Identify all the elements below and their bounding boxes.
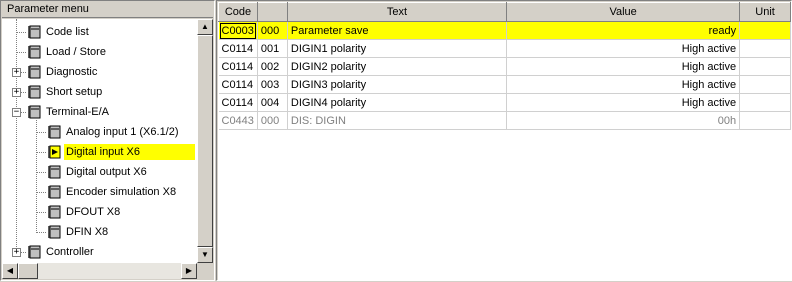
tree-item-terminal-ea[interactable]: Terminal-E/A [2, 102, 213, 122]
cell-unit[interactable] [739, 75, 791, 94]
table-row[interactable]: C0003 000 Parameter save ready [218, 21, 791, 40]
tree-horizontal-scrollbar[interactable]: ◀ ▶ [2, 263, 197, 279]
scrollbar-corner [197, 263, 213, 279]
cell-subcode[interactable]: 000 [257, 21, 288, 40]
cell-value[interactable]: High active [506, 39, 741, 58]
tree-item-controller[interactable]: Controller [2, 242, 213, 262]
tree-item-dfin-x8[interactable]: DFIN X8 [2, 222, 213, 242]
tree-item-digital-output-x6[interactable]: Digital output X6 [2, 162, 213, 182]
cell-subcode[interactable]: 002 [257, 57, 288, 76]
cell-value[interactable]: ready [506, 21, 741, 40]
cell-value[interactable]: High active [506, 57, 741, 76]
tree-item-label: Analog input 1 (X6.1/2) [66, 126, 179, 138]
parameter-book-icon [48, 165, 61, 179]
table-row[interactable]: C0114 004 DIGIN4 polarity High active [218, 93, 791, 112]
tree-item-label: Terminal-E/A [46, 106, 109, 118]
cell-value[interactable]: High active [506, 75, 741, 94]
cell-text[interactable]: DIGIN1 polarity [287, 39, 508, 58]
cell-subcode[interactable]: 003 [257, 75, 288, 94]
tree-item-label: Diagnostic [46, 66, 98, 78]
tree-item-label: DFIN X8 [66, 226, 109, 238]
parameter-book-icon [28, 65, 41, 79]
column-header-value[interactable]: Value [506, 2, 741, 22]
tree-item-encoder-simulation-x8[interactable]: Encoder simulation X8 [2, 182, 213, 202]
table-row[interactable]: C0443 000 DIS: DIGIN 00h [218, 111, 791, 130]
cell-unit[interactable] [739, 39, 791, 58]
cell-unit[interactable] [739, 93, 791, 112]
cell-unit[interactable] [739, 21, 791, 40]
scroll-down-button[interactable]: ▼ [197, 247, 213, 263]
parameter-menu-panel: Parameter menu + + − + Code list Load / … [0, 0, 215, 281]
parameter-book-icon [48, 225, 61, 239]
table-row[interactable]: C0114 002 DIGIN2 polarity High active [218, 57, 791, 76]
tree-item-label: Encoder simulation X8 [66, 186, 177, 198]
parameter-book-icon [28, 245, 41, 259]
scroll-thumb[interactable] [197, 35, 213, 247]
tree-item-analog-input-1[interactable]: Analog input 1 (X6.1/2) [2, 122, 213, 142]
scroll-left-button[interactable]: ◀ [2, 263, 18, 279]
parameter-book-icon [48, 205, 61, 219]
table-row[interactable]: C0114 003 DIGIN3 polarity High active [218, 75, 791, 94]
tree-item-digital-input-x6[interactable]: Digital input X6 [2, 142, 213, 162]
cell-text[interactable]: DIGIN2 polarity [287, 57, 508, 76]
column-header-code[interactable]: Code [218, 2, 258, 22]
cell-value[interactable]: High active [506, 93, 741, 112]
tree-item-short-setup[interactable]: Short setup [2, 82, 213, 102]
parameter-book-icon [28, 105, 41, 119]
tree-item-label: Code list [46, 26, 89, 38]
scroll-thumb[interactable] [18, 263, 38, 279]
parameter-table: Code Text Value Unit C0003 000 Parameter… [218, 2, 791, 130]
column-header-text[interactable]: Text [286, 2, 508, 22]
tree-item-code-list[interactable]: Code list [2, 22, 213, 42]
tree-item-dfout-x8[interactable]: DFOUT X8 [2, 202, 213, 222]
cell-text[interactable]: DIS: DIGIN [287, 111, 508, 130]
parameter-book-selected-icon [48, 145, 61, 159]
cell-value[interactable]: 00h [506, 111, 741, 130]
tree-item-label: Load / Store [46, 46, 106, 58]
column-header-unit[interactable]: Unit [739, 2, 791, 22]
cell-unit[interactable] [739, 111, 791, 130]
cell-text[interactable]: DIGIN4 polarity [287, 93, 508, 112]
tree-vertical-scrollbar[interactable]: ▲ ▼ [197, 19, 213, 263]
cell-subcode[interactable]: 000 [257, 111, 288, 130]
tree-item-label: Short setup [46, 86, 103, 98]
parameter-table-panel: Code Text Value Unit C0003 000 Parameter… [216, 0, 792, 281]
scroll-right-button[interactable]: ▶ [181, 263, 197, 279]
parameter-menu-header: Parameter menu [2, 2, 213, 18]
scroll-up-button[interactable]: ▲ [197, 19, 213, 35]
cell-code[interactable]: C0114 [218, 75, 258, 94]
tree-item-diagnostic[interactable]: Diagnostic [2, 62, 213, 82]
parameter-book-icon [28, 25, 41, 39]
table-row[interactable]: C0114 001 DIGIN1 polarity High active [218, 39, 791, 58]
cell-subcode[interactable]: 001 [257, 39, 288, 58]
parameter-book-icon [48, 185, 61, 199]
parameter-tree[interactable]: + + − + Code list Load / Store Diagnosti… [2, 19, 213, 263]
cell-text[interactable]: DIGIN3 polarity [287, 75, 508, 94]
tree-item-label: Digital input X6 [64, 144, 195, 160]
cell-unit[interactable] [739, 57, 791, 76]
parameter-book-icon [48, 125, 61, 139]
cell-subcode[interactable]: 004 [257, 93, 288, 112]
column-header-subcode[interactable] [256, 2, 288, 22]
tree-item-label: DFOUT X8 [66, 206, 121, 218]
tree-item-load-store[interactable]: Load / Store [2, 42, 213, 62]
table-header-row: Code Text Value Unit [218, 2, 791, 22]
cell-code[interactable]: C0114 [218, 93, 258, 112]
tree-item-label: Controller [46, 246, 94, 258]
cell-code[interactable]: C0114 [218, 57, 258, 76]
parameter-book-icon [28, 85, 41, 99]
parameter-book-icon [28, 45, 41, 59]
cell-code[interactable]: C0443 [218, 111, 258, 130]
cell-code[interactable]: C0114 [218, 39, 258, 58]
cell-text[interactable]: Parameter save [287, 21, 508, 40]
tree-item-label: Digital output X6 [66, 166, 147, 178]
cell-code[interactable]: C0003 [218, 21, 258, 40]
